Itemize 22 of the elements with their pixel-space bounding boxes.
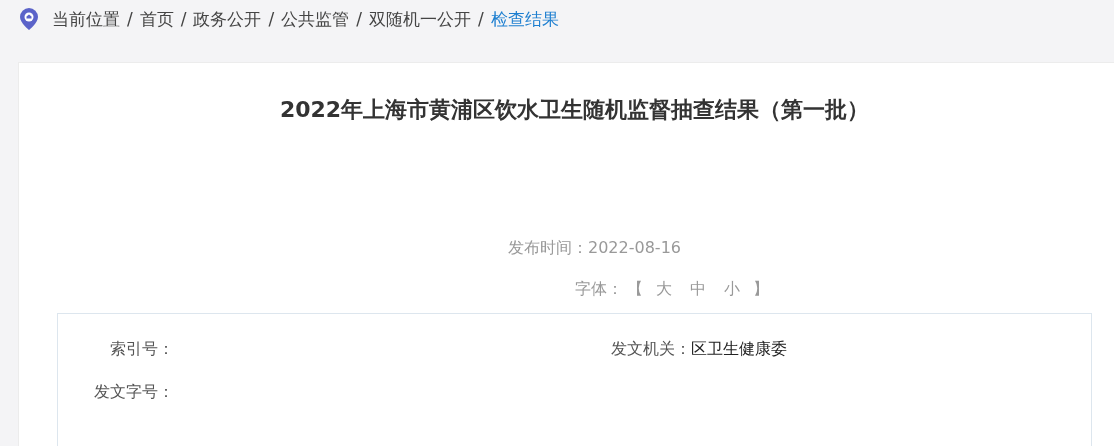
field-label: 发文机关： [609, 339, 691, 360]
location-pin-icon [19, 7, 39, 31]
breadcrumb-separator: / [127, 9, 133, 29]
article-title: 2022年上海市黄浦区饮水卫生随机监督抽查结果（第一批） [278, 96, 871, 124]
breadcrumb-label: 当前位置 [52, 7, 120, 31]
field-value: 区卫生健康委 [690, 339, 787, 360]
bracket: 】 [752, 279, 769, 300]
field-label: 发文字号： [93, 382, 174, 403]
publish-date: 2022-08-16 [588, 238, 681, 257]
breadcrumb-separator: / [477, 9, 484, 29]
publish-date-label: 发布时间： [508, 238, 588, 257]
font-size-label: 字体： [574, 279, 623, 300]
breadcrumb-link[interactable]: 检查结果 [490, 7, 559, 31]
bracket: 【 [626, 279, 643, 300]
breadcrumb-separator: / [180, 9, 187, 29]
breadcrumb-link[interactable]: 政务公开 [193, 7, 262, 31]
breadcrumb-link[interactable]: 公共监管 [281, 7, 350, 31]
breadcrumb-separator: / [268, 9, 275, 29]
breadcrumb-link[interactable]: 双随机一公开 [368, 7, 471, 31]
breadcrumb-link[interactable]: 首页 [139, 7, 174, 31]
field-label: 索引号： [109, 339, 174, 360]
breadcrumb-separator: / [356, 9, 362, 29]
